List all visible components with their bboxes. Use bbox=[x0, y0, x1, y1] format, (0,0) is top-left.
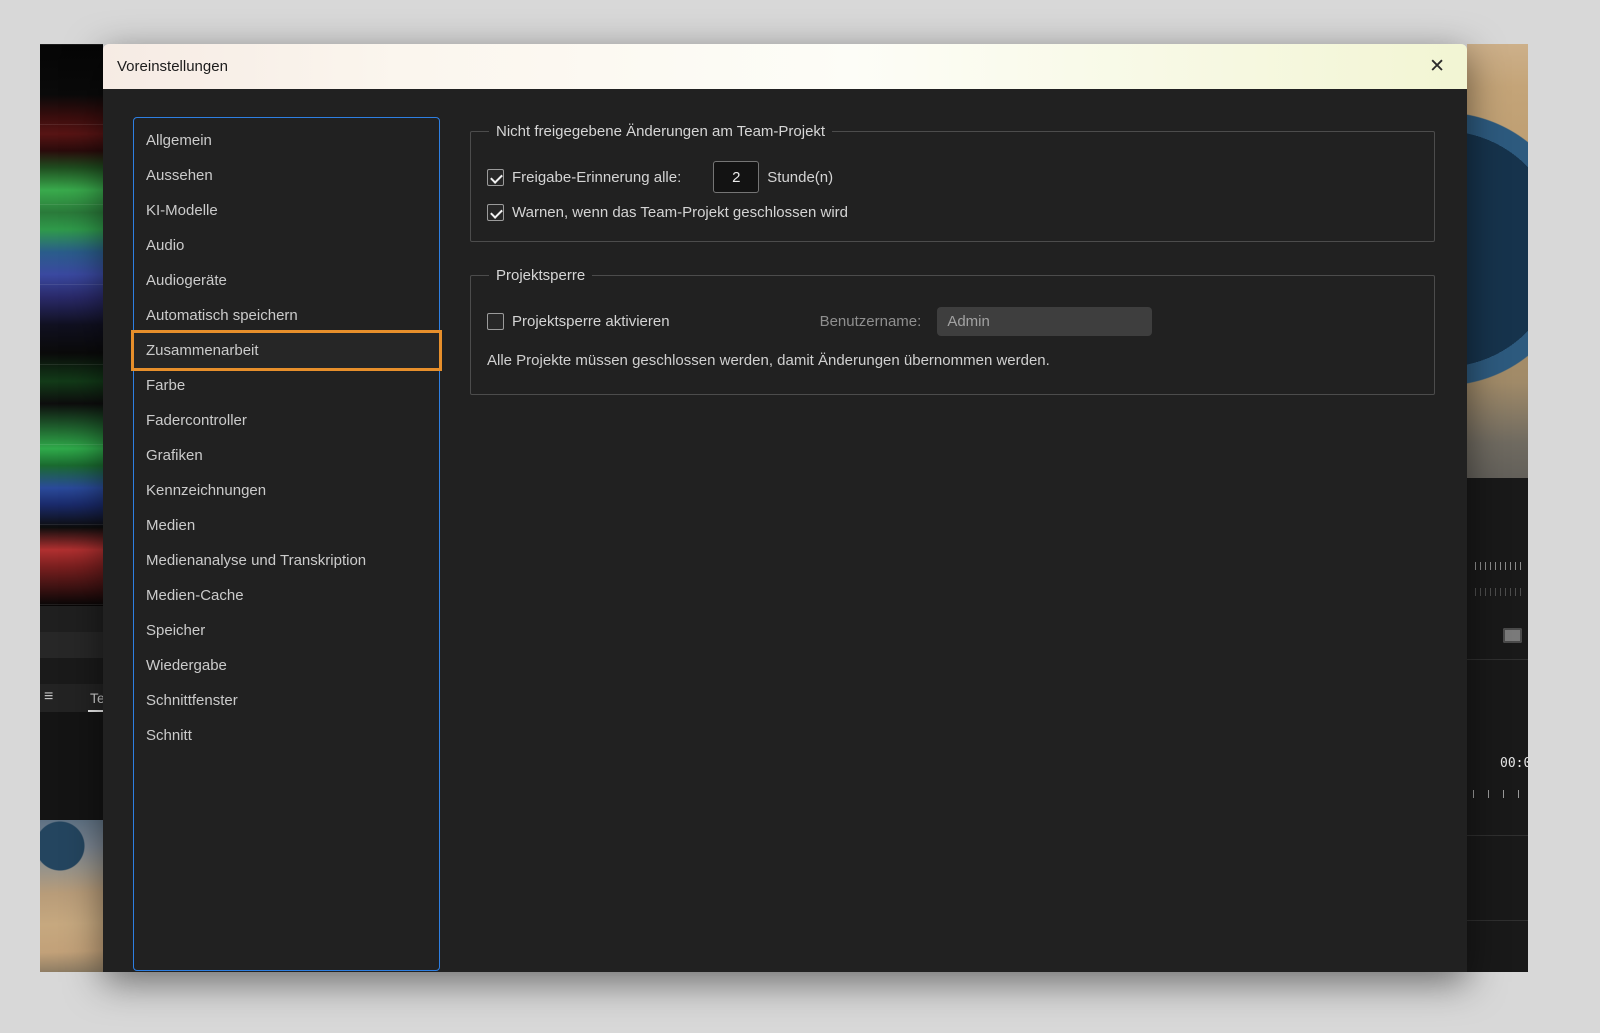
share-reminder-row: Freigabe-Erinnerung alle: Stunde(n) bbox=[487, 162, 1418, 192]
project-lock-group: Projektsperre Projektsperre aktivieren B… bbox=[470, 275, 1435, 395]
sidebar-item-farbe[interactable]: Farbe bbox=[134, 368, 439, 403]
rgb-parade-scope bbox=[40, 44, 103, 606]
panel-tool-icon bbox=[1503, 628, 1522, 643]
track-divider bbox=[1467, 835, 1528, 836]
track-divider bbox=[1467, 920, 1528, 921]
sidebar-item-aussehen[interactable]: Aussehen bbox=[134, 158, 439, 193]
ruler-ticks bbox=[1475, 562, 1525, 570]
project-lock-label: Projektsperre aktivieren bbox=[512, 313, 670, 330]
warn-on-close-label: Warnen, wenn das Team-Projekt geschlosse… bbox=[512, 204, 848, 221]
preferences-content: Nicht freigegebene Änderungen am Team-Pr… bbox=[470, 89, 1435, 395]
close-icon[interactable]: ✕ bbox=[1429, 57, 1445, 76]
sidebar-item-audio[interactable]: Audio bbox=[134, 228, 439, 263]
panel-tab-label[interactable]: Te bbox=[90, 690, 103, 706]
username-label: Benutzername: bbox=[820, 313, 922, 330]
reminder-hours-suffix: Stunde(n) bbox=[767, 169, 833, 186]
panel-divider bbox=[1467, 659, 1528, 660]
app-background-right: 00:0 bbox=[1467, 44, 1528, 972]
team-project-group-legend: Nicht freigegebene Änderungen am Team-Pr… bbox=[489, 123, 832, 140]
sidebar-item-schnitt[interactable]: Schnitt bbox=[134, 718, 439, 753]
desktop: ≡ Te 00:0 Voreinstellungen ✕ Allgemein bbox=[0, 0, 1600, 1033]
sidebar-item-kennzeichnungen[interactable]: Kennzeichnungen bbox=[134, 473, 439, 508]
sidebar-item-medien-cache[interactable]: Medien-Cache bbox=[134, 578, 439, 613]
sidebar-item-speicher[interactable]: Speicher bbox=[134, 613, 439, 648]
panel-block bbox=[40, 712, 103, 820]
lock-note: Alle Projekte müssen geschlossen werden,… bbox=[487, 352, 1418, 369]
team-project-group: Nicht freigegebene Änderungen am Team-Pr… bbox=[470, 131, 1435, 242]
ruler-ticks bbox=[1475, 588, 1525, 596]
panel-block bbox=[40, 658, 103, 684]
sidebar-item-fadercontroller[interactable]: Fadercontroller bbox=[134, 403, 439, 438]
preferences-dialog: Voreinstellungen ✕ Allgemein Aussehen KI… bbox=[103, 44, 1467, 972]
project-lock-row: Projektsperre aktivieren Benutzername: bbox=[487, 306, 1418, 336]
sidebar-item-zusammenarbeit[interactable]: Zusammenarbeit bbox=[134, 333, 439, 368]
clip-thumbnail bbox=[40, 820, 103, 972]
project-lock-group-legend: Projektsperre bbox=[489, 267, 592, 284]
sidebar-item-medien[interactable]: Medien bbox=[134, 508, 439, 543]
timecode: 00:0 bbox=[1500, 756, 1528, 771]
sidebar-item-audiogeraete[interactable]: Audiogeräte bbox=[134, 263, 439, 298]
dialog-titlebar: Voreinstellungen ✕ bbox=[103, 44, 1467, 89]
hamburger-menu-icon[interactable]: ≡ bbox=[44, 688, 53, 706]
project-lock-checkbox[interactable] bbox=[487, 313, 504, 330]
dialog-title: Voreinstellungen bbox=[117, 58, 228, 75]
sidebar-item-schnittfenster[interactable]: Schnittfenster bbox=[134, 683, 439, 718]
username-input[interactable] bbox=[937, 307, 1152, 336]
sidebar-item-allgemein[interactable]: Allgemein bbox=[134, 123, 439, 158]
reminder-hours-input[interactable] bbox=[713, 161, 759, 193]
panel-tab-bar: ≡ Te bbox=[40, 684, 103, 712]
warn-on-close-row: Warnen, wenn das Team-Projekt geschlosse… bbox=[487, 197, 1418, 227]
app-background-left: ≡ Te bbox=[40, 44, 103, 972]
timeline-panel-edge: 00:0 bbox=[1467, 478, 1528, 972]
program-monitor-frame bbox=[1467, 44, 1528, 478]
share-reminder-label: Freigabe-Erinnerung alle: bbox=[512, 169, 681, 186]
share-reminder-checkbox[interactable] bbox=[487, 169, 504, 186]
dialog-body: Allgemein Aussehen KI-Modelle Audio Audi… bbox=[103, 89, 1467, 972]
sidebar-item-medienanalyse-und-transkription[interactable]: Medienanalyse und Transkription bbox=[134, 543, 439, 578]
panel-divider-block bbox=[40, 606, 103, 632]
sidebar-item-automatisch-speichern[interactable]: Automatisch speichern bbox=[134, 298, 439, 333]
warn-on-close-checkbox[interactable] bbox=[487, 204, 504, 221]
ruler-ticks bbox=[1473, 790, 1521, 798]
sidebar-item-ki-modelle[interactable]: KI-Modelle bbox=[134, 193, 439, 228]
panel-header-block bbox=[40, 632, 103, 658]
sidebar-item-wiedergabe[interactable]: Wiedergabe bbox=[134, 648, 439, 683]
preferences-category-list: Allgemein Aussehen KI-Modelle Audio Audi… bbox=[133, 117, 440, 971]
sidebar-item-grafiken[interactable]: Grafiken bbox=[134, 438, 439, 473]
